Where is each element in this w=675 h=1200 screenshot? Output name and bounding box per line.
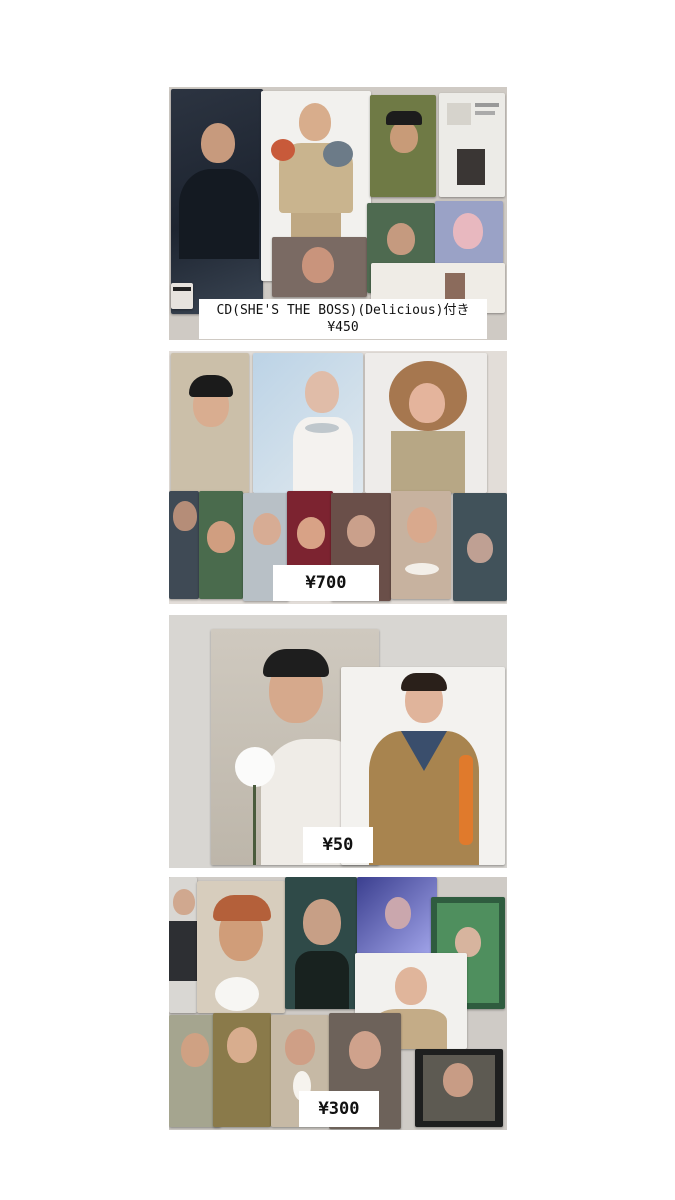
- photo-card: [391, 491, 451, 599]
- photo-card: [169, 491, 199, 599]
- photo-panel-3: ¥50: [169, 615, 507, 868]
- photo-card: [171, 89, 263, 314]
- photo-card: [272, 237, 367, 297]
- price-label: CD(SHE'S THE BOSS)(Delicious)付き ¥450: [199, 299, 487, 339]
- photo-card: [169, 877, 197, 1013]
- photo-panel-2: ¥700: [169, 351, 507, 604]
- caption-text: CD(SHE'S THE BOSS)(Delicious)付き: [216, 303, 470, 318]
- price-text: ¥450: [327, 320, 359, 335]
- photo-card: [197, 881, 285, 1013]
- price-text: ¥50: [322, 835, 354, 855]
- photo-panel-4: ¥300: [169, 877, 507, 1130]
- photo-card: [370, 95, 436, 197]
- photo-card: [439, 93, 505, 197]
- photo-panel-1: CD(SHE'S THE BOSS)(Delicious)付き ¥450: [169, 87, 507, 340]
- photo-card: [357, 877, 437, 955]
- photo-card: [285, 877, 357, 1009]
- photo-card: [415, 1049, 503, 1127]
- photo-card: [199, 491, 243, 599]
- photo-card: [171, 283, 193, 309]
- price-text: ¥300: [318, 1099, 360, 1119]
- photo-card: [365, 353, 487, 493]
- price-text: ¥700: [305, 573, 347, 593]
- photo-card: [171, 353, 249, 493]
- photo-card: [213, 1013, 271, 1127]
- photo-card: [453, 493, 507, 601]
- photo-card: [253, 353, 363, 493]
- price-label: ¥700: [273, 565, 379, 601]
- price-label: ¥300: [299, 1091, 379, 1127]
- price-label: ¥50: [303, 827, 373, 863]
